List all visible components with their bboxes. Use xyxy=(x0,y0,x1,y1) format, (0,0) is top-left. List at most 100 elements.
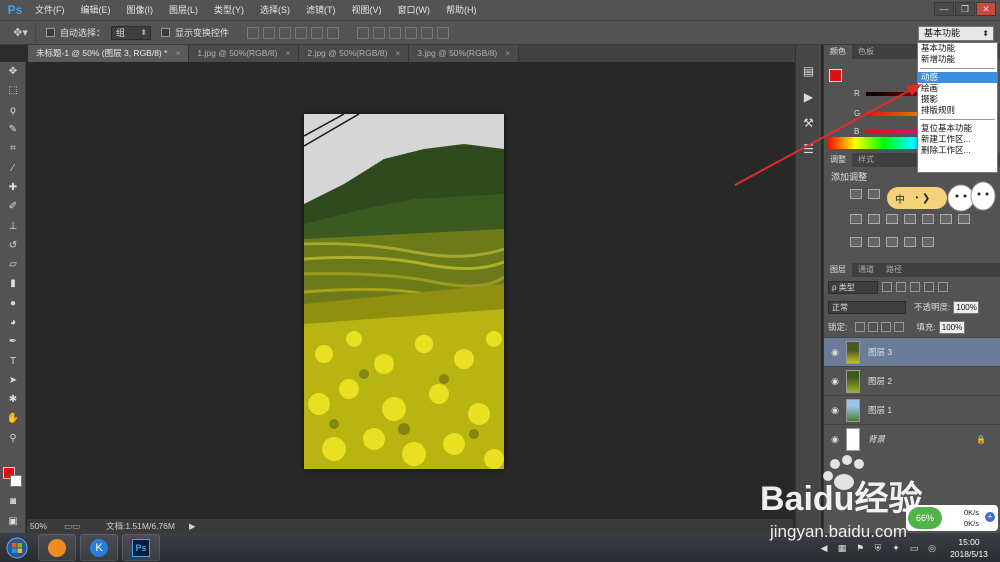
document-canvas[interactable] xyxy=(304,114,504,469)
restore-button[interactable]: ❐ xyxy=(955,2,975,16)
distribute-top-icon[interactable] xyxy=(357,26,370,39)
menu-item-photography[interactable]: 摄影 xyxy=(918,94,997,105)
distribute-bottom-icon[interactable] xyxy=(389,26,402,39)
photo-filter-icon[interactable] xyxy=(922,214,934,224)
background-color-swatch[interactable] xyxy=(10,475,22,487)
quick-select-tool-icon[interactable]: ✎ xyxy=(0,120,26,139)
selective-color-icon[interactable] xyxy=(922,237,934,247)
status-menu-arrow-icon[interactable]: ▶ xyxy=(189,521,196,532)
menu-file[interactable]: 文件(F) xyxy=(27,0,73,20)
workspace-switcher[interactable]: 基本功能 xyxy=(918,26,994,41)
menu-window[interactable]: 窗口(W) xyxy=(390,0,439,20)
menu-item-painting[interactable]: 绘画 xyxy=(918,83,997,94)
gradient-map-icon[interactable] xyxy=(904,237,916,247)
distribute-left-icon[interactable] xyxy=(405,26,418,39)
menu-item-reset-essentials[interactable]: 复位基本功能 xyxy=(918,123,997,134)
color-balance-icon[interactable] xyxy=(886,214,898,224)
tab-color[interactable]: 颜色 xyxy=(824,45,852,59)
ime-mascot-icon[interactable] xyxy=(946,176,996,214)
hand-tool-icon[interactable]: ✋ xyxy=(0,409,26,428)
crop-tool-icon[interactable]: ⌗ xyxy=(0,139,26,158)
layer-kind-filter[interactable]: ρ 类型 xyxy=(828,280,878,294)
auto-select-dropdown[interactable]: 组 xyxy=(111,25,152,40)
tab-3-jpg[interactable]: 3.jpg @ 50%(RGB/8) × xyxy=(409,45,520,62)
gradient-tool-icon[interactable]: ▮ xyxy=(0,274,26,293)
align-hcenter-icon[interactable] xyxy=(311,26,324,39)
layer-row[interactable]: ◉ 背景 🔒 xyxy=(824,424,1000,453)
tab-swatches[interactable]: 色板 xyxy=(852,45,880,59)
brush-tool-icon[interactable]: ✐ xyxy=(0,197,26,216)
tab-close-icon[interactable]: × xyxy=(505,48,510,58)
kuaiso-taskbar-button[interactable]: K xyxy=(80,534,118,561)
ime-mode-label[interactable]: 中 xyxy=(895,191,905,206)
align-bottom-icon[interactable] xyxy=(279,26,292,39)
visibility-eye-icon[interactable]: ◉ xyxy=(824,405,846,416)
align-right-icon[interactable] xyxy=(327,26,340,39)
screen-mode-icon[interactable]: ▣ xyxy=(0,512,26,531)
photoshop-taskbar-button[interactable]: Ps xyxy=(122,534,160,561)
security-shield-icon[interactable]: ⛨ xyxy=(872,542,884,554)
menu-filter[interactable]: 滤镜(T) xyxy=(298,0,344,20)
distribute-right-icon[interactable] xyxy=(437,26,450,39)
lock-position-icon[interactable] xyxy=(881,322,892,332)
blur-tool-icon[interactable]: ● xyxy=(0,294,26,313)
plus-icon[interactable]: + xyxy=(985,512,995,522)
lock-pixels-icon[interactable] xyxy=(868,322,879,332)
auto-select-checkbox[interactable] xyxy=(46,28,55,37)
menu-item-new-workspace[interactable]: 新建工作区... xyxy=(918,134,997,145)
canvas-area[interactable] xyxy=(27,62,793,519)
minimize-button[interactable]: — xyxy=(934,2,954,16)
align-left-icon[interactable] xyxy=(295,26,308,39)
properties-panel-icon[interactable]: ☰ xyxy=(799,139,819,159)
actions-panel-icon[interactable]: ▶ xyxy=(799,87,819,107)
menu-type[interactable]: 类型(Y) xyxy=(206,0,252,20)
opacity-input[interactable]: 100% xyxy=(953,300,980,314)
eyedropper-tool-icon[interactable]: ⁄ xyxy=(0,158,26,177)
visibility-eye-icon[interactable]: ◉ xyxy=(824,376,846,387)
healing-brush-tool-icon[interactable]: ✚ xyxy=(0,178,26,197)
dodge-tool-icon[interactable]: ◕ xyxy=(0,313,26,332)
pen-tool-icon[interactable]: ✒ xyxy=(0,332,26,351)
layer-row[interactable]: ◉ 图层 2 xyxy=(824,366,1000,395)
distribute-vcenter-icon[interactable] xyxy=(373,26,386,39)
blend-mode-select[interactable]: 正常 xyxy=(828,300,906,314)
shape-tool-icon[interactable]: ✱ xyxy=(0,390,26,409)
marquee-tool-icon[interactable]: ⬚ xyxy=(0,81,26,100)
tab-close-icon[interactable]: × xyxy=(285,48,290,58)
ime-toolbar[interactable]: 中 ◔ ❯ xyxy=(887,187,947,209)
history-panel-icon[interactable]: ▤ xyxy=(799,61,819,81)
menu-layer[interactable]: 图层(L) xyxy=(161,0,206,20)
quick-mask-icon[interactable]: ◙ xyxy=(0,492,26,511)
invert-icon[interactable] xyxy=(850,237,862,247)
start-button[interactable] xyxy=(0,533,34,562)
clone-stamp-tool-icon[interactable]: ⊥ xyxy=(0,216,26,235)
menu-edit[interactable]: 编辑(E) xyxy=(73,0,119,20)
monitor-icon[interactable]: ▭ xyxy=(908,542,920,554)
menu-item-new-features[interactable]: 新增功能 xyxy=(918,54,997,65)
ime-punct-icon[interactable]: ◔ ❯ xyxy=(913,193,930,204)
levels-icon[interactable] xyxy=(868,189,880,199)
move-tool-icon[interactable]: ✥ xyxy=(0,62,26,81)
menu-view[interactable]: 视图(V) xyxy=(344,0,390,20)
app-tray-icon[interactable]: ✦ xyxy=(890,542,902,554)
fill-input[interactable]: 100% xyxy=(938,320,965,334)
network-speed-widget[interactable]: 66% 0K/s 0K/s + xyxy=(906,505,998,531)
tab-styles[interactable]: 样式 xyxy=(852,153,880,167)
type-filter-icon[interactable] xyxy=(910,282,920,292)
menu-select[interactable]: 选择(S) xyxy=(252,0,298,20)
show-transform-checkbox[interactable] xyxy=(161,28,171,37)
tab-2-jpg[interactable]: 2.jpg @ 50%(RGB/8) × xyxy=(299,45,410,62)
color-lookup-icon[interactable] xyxy=(958,214,970,224)
align-vcenter-icon[interactable] xyxy=(263,26,276,39)
vibrance-icon[interactable] xyxy=(850,214,862,224)
volume-icon[interactable]: ◀ xyxy=(818,542,830,554)
tab-close-icon[interactable]: × xyxy=(175,48,180,58)
tab-channels[interactable]: 通道 xyxy=(852,263,880,277)
uc-browser-taskbar-button[interactable] xyxy=(38,534,76,561)
zoom-tool-icon[interactable]: ⚲ xyxy=(0,429,26,448)
lock-all-icon[interactable] xyxy=(894,322,905,332)
system-clock[interactable]: 15:00 2018/5/13 xyxy=(944,536,994,560)
history-brush-tool-icon[interactable]: ↺ xyxy=(0,236,26,255)
menu-item-delete-workspace[interactable]: 删除工作区... xyxy=(918,145,997,156)
channel-mixer-icon[interactable] xyxy=(940,214,952,224)
